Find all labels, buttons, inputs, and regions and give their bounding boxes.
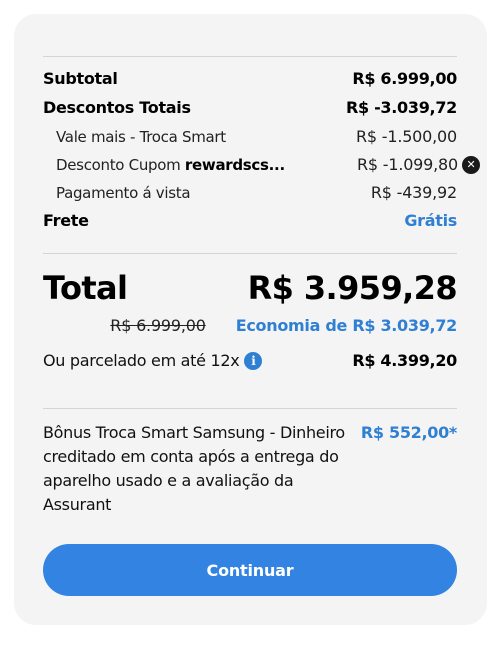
discount-item-value: R$ -1.500,00	[355, 127, 457, 146]
bonus-row: Bônus Troca Smart Samsung - Dinheiro cre…	[43, 421, 457, 517]
order-summary-card: Subtotal R$ 6.999,00 Descontos Totais R$…	[14, 14, 487, 625]
economy-amount: Economia de R$ 3.039,72	[235, 316, 458, 335]
coupon-discount-label: Desconto Cupom rewardscs...	[56, 156, 285, 174]
remove-coupon-close-icon[interactable]: ✕	[462, 155, 480, 174]
total-value: R$ 3.959,28	[247, 269, 458, 307]
discount-item: Vale mais - Troca Smart R$ -1.500,00	[56, 127, 457, 146]
total-divider	[43, 253, 457, 254]
top-divider	[43, 56, 457, 57]
discounts-label: Descontos Totais	[43, 98, 191, 117]
coupon-code: rewardscs...	[184, 155, 285, 174]
total-label: Total	[43, 269, 128, 307]
discount-item-value: R$ -439,92	[370, 183, 457, 202]
installments-row: Ou parcelado em até 12x i R$ 4.399,20	[43, 351, 457, 370]
original-price: R$ 6.999,00	[110, 316, 206, 335]
info-icon[interactable]: i	[244, 351, 263, 370]
installments-value: R$ 4.399,20	[352, 351, 457, 370]
subtotal-value: R$ 6.999,00	[352, 69, 457, 88]
coupon-discount-value: R$ -1.099,80	[356, 155, 458, 174]
subtotal-row: Subtotal R$ 6.999,00	[43, 69, 457, 88]
shipping-row: Frete Grátis	[43, 211, 457, 230]
subtotal-label: Subtotal	[43, 69, 118, 88]
shipping-value: Grátis	[404, 211, 457, 230]
installments-label-wrap: Ou parcelado em até 12x i	[43, 351, 263, 370]
installments-label: Ou parcelado em até 12x	[43, 351, 240, 370]
discounts-value: R$ -3.039,72	[345, 98, 457, 117]
discount-item: Pagamento á vista R$ -439,92	[56, 183, 457, 202]
coupon-label-text: Desconto Cupom	[56, 155, 185, 174]
coupon-discount-value-wrap: R$ -1.099,80 ✕	[356, 155, 480, 174]
coupon-discount-row: Desconto Cupom rewardscs... R$ -1.099,80…	[56, 155, 480, 174]
bonus-description: Bônus Troca Smart Samsung - Dinheiro cre…	[43, 423, 345, 514]
discount-item-label: Pagamento á vista	[56, 183, 191, 202]
economy-row: R$ 6.999,00 Economia de R$ 3.039,72	[43, 316, 457, 335]
total-row: Total R$ 3.959,28	[43, 269, 458, 307]
bonus-value: R$ 552,00*	[360, 423, 457, 442]
discounts-row: Descontos Totais R$ -3.039,72	[43, 98, 457, 117]
shipping-label: Frete	[43, 211, 89, 230]
bonus-divider	[43, 408, 457, 409]
continue-button[interactable]: Continuar	[43, 544, 457, 596]
discount-item-label: Vale mais - Troca Smart	[56, 127, 226, 146]
